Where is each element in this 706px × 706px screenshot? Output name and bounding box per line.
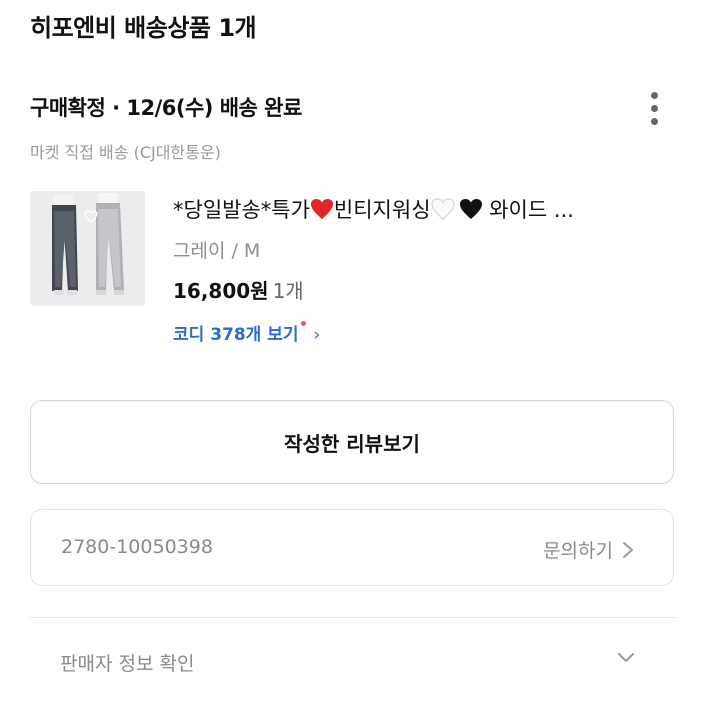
jeans-image <box>30 191 145 306</box>
notification-dot <box>300 321 306 326</box>
view-review-button[interactable]: 작성한 리뷰보기 <box>30 400 674 484</box>
product-name-part3: 와이드 ... <box>489 198 574 222</box>
seller-info-toggle[interactable]: 판매자 정보 확인 <box>30 637 676 685</box>
red-heart-icon <box>310 199 333 219</box>
product-name-part1: *당일발송*특가 <box>173 198 310 222</box>
shipping-method: 마켓 직접 배송 (CJ대한통운) <box>30 143 221 162</box>
more-vertical-icon <box>651 92 658 99</box>
more-options-button[interactable] <box>646 92 664 126</box>
chevron-right-icon: › <box>313 325 321 345</box>
chevron-down-icon <box>618 653 634 662</box>
inquiry-button[interactable]: 문의하기 <box>543 536 613 563</box>
chevron-right-icon <box>623 542 633 558</box>
coordi-link[interactable]: 코디 378개 보기 › <box>173 320 320 345</box>
product-option: 그레이 / M <box>173 240 261 262</box>
product-thumbnail[interactable] <box>30 191 145 306</box>
coordi-label: 코디 378개 보기 <box>173 325 299 345</box>
product-name-part2: 빈티지워싱 <box>333 198 431 222</box>
more-vertical-icon-dot <box>651 118 658 125</box>
order-info-box: 2780-10050398 문의하기 <box>30 509 674 586</box>
section-divider <box>30 617 676 618</box>
order-status: 구매확정 · 12/6(수) 배송 완료 <box>30 96 302 120</box>
more-vertical-icon-dot <box>651 105 658 112</box>
seller-info-label: 판매자 정보 확인 <box>60 653 195 675</box>
product-name[interactable]: *당일발송*특가 빈티지워싱 와이드 ... <box>173 194 574 224</box>
order-number: 2780-10050398 <box>61 536 213 558</box>
product-quantity: 1개 <box>272 279 304 303</box>
inquiry-label: 문의하기 <box>543 540 613 562</box>
store-title: 히포엔비 배송상품 1개 <box>30 14 257 42</box>
white-heart-icon <box>430 198 455 220</box>
price-line: 16,800원 1개 <box>173 275 304 304</box>
black-heart-icon <box>459 199 482 219</box>
product-price: 16,800원 <box>173 279 269 303</box>
